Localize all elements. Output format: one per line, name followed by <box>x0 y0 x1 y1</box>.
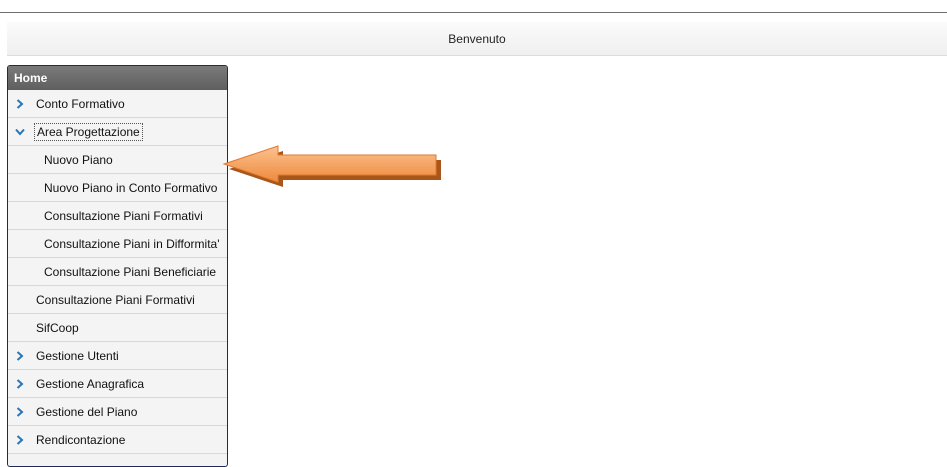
sidebar-item-conto-formativo[interactable]: Conto Formativo <box>8 90 227 118</box>
sidebar-subitem-nuovo-piano[interactable]: Nuovo Piano <box>8 146 227 174</box>
sidebar-item-label: SifCoop <box>36 320 79 335</box>
sidebar-menu: Home Conto Formativo Area Progettazione … <box>7 65 228 467</box>
sidebar-item-gestione-anagrafica[interactable]: Gestione Anagrafica <box>8 370 227 398</box>
chevron-right-icon <box>14 378 26 389</box>
menu-title-label: Home <box>14 71 48 85</box>
sidebar-subitem-consultazione-piani-formativi[interactable]: Consultazione Piani Formativi <box>8 202 227 230</box>
sidebar-item-area-progettazione[interactable]: Area Progettazione <box>8 118 227 146</box>
chevron-right-icon <box>14 406 26 417</box>
sidebar-item-label: Gestione del Piano <box>36 404 138 419</box>
sidebar-item-label: Area Progettazione <box>34 122 143 141</box>
sidebar-item-consultazione-piani-formativi[interactable]: Consultazione Piani Formativi <box>8 286 227 314</box>
sidebar-item-label: Consultazione Piani Beneficiarie <box>44 264 217 279</box>
sidebar-item-label: Rendicontazione <box>36 432 126 447</box>
chevron-right-icon <box>14 350 26 361</box>
sidebar-subitem-consultazione-piani-difformita[interactable]: Consultazione Piani in Difformita' <box>8 230 227 258</box>
sidebar-item-label: Consultazione Piani Formativi <box>36 292 195 307</box>
welcome-text: Benvenuto <box>448 31 506 46</box>
top-divider <box>0 12 947 13</box>
sidebar-subitem-nuovo-piano-conto-formativo[interactable]: Nuovo Piano in Conto Formativo <box>8 174 227 202</box>
sidebar-item-label: Consultazione Piani Formativi <box>44 208 203 223</box>
sidebar-item-label: Gestione Utenti <box>36 348 119 363</box>
sidebar-item-label: Gestione Anagrafica <box>36 376 145 391</box>
chevron-down-icon <box>14 128 26 136</box>
welcome-bar: Benvenuto <box>7 22 947 56</box>
sidebar-item-label: Consultazione Piani in Difformita' <box>44 236 220 251</box>
sidebar-item-sifcoop[interactable]: SifCoop <box>8 314 227 342</box>
menu-title-home[interactable]: Home <box>8 66 227 90</box>
sidebar-item-gestione-utenti[interactable]: Gestione Utenti <box>8 342 227 370</box>
arrow-pointer-icon <box>222 145 441 187</box>
sidebar-subitem-consultazione-piani-beneficiarie[interactable]: Consultazione Piani Beneficiarie <box>8 258 227 286</box>
sidebar-item-label: Conto Formativo <box>36 96 125 111</box>
sidebar-item-gestione-del-piano[interactable]: Gestione del Piano <box>8 398 227 426</box>
chevron-right-icon <box>14 98 26 109</box>
sidebar-item-label: Nuovo Piano <box>44 152 113 167</box>
sidebar-item-label: Nuovo Piano in Conto Formativo <box>44 180 218 195</box>
chevron-right-icon <box>14 434 26 445</box>
